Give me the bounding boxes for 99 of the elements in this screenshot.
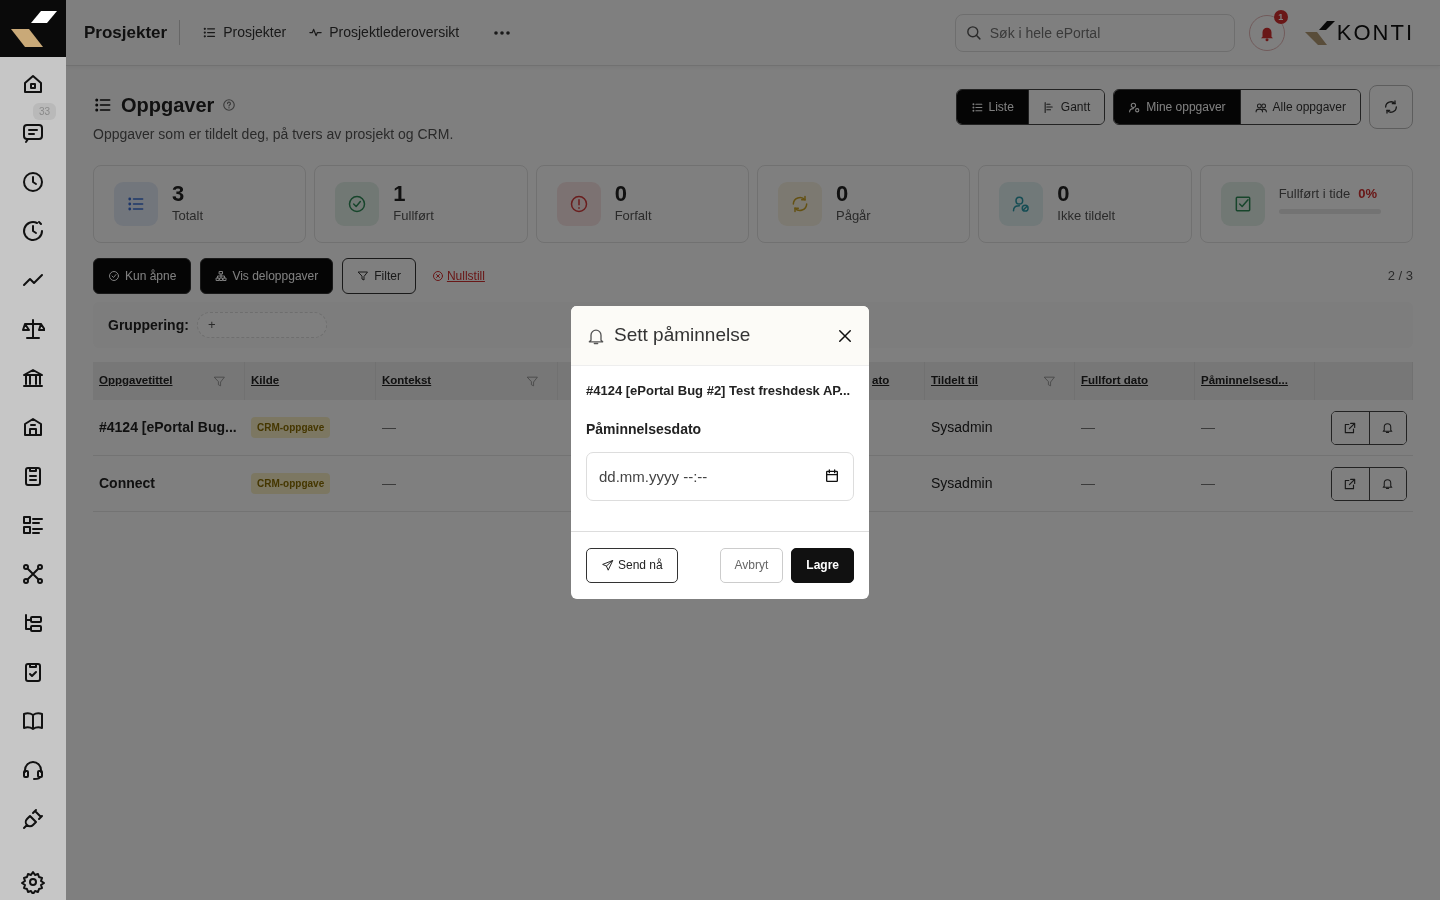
stat-value: 0 [614,182,628,207]
page-subtitle: Oppgaver som er tildelt deg, på tvers av prosjekt og CRM. [93,125,454,144]
nav-link[interactable]: Prosjektlederoversikt [308,22,460,43]
external-link-icon [1343,476,1358,491]
filter-icon [357,270,370,282]
source-tag: CRM-oppgave [251,417,331,438]
user-icon [1128,100,1142,114]
list-icon [970,100,984,114]
more-icon[interactable] [493,29,512,36]
gantt-icon [1042,100,1056,114]
source-tag: CRM-oppgave [251,473,331,494]
table-cell: — [1075,456,1195,512]
help-icon [222,98,237,112]
stat-value: 0% [1358,184,1377,203]
users-icon [1254,100,1268,114]
table-cell: — [1195,456,1315,512]
logo[interactable] [9,8,57,49]
stat-value: 0 [1057,182,1071,207]
home-icon[interactable] [21,72,45,96]
stat-value: 1 [393,182,407,207]
headset-icon[interactable] [21,758,45,782]
filter-button[interactable]: Filter [342,258,416,294]
brand-name: KONTI [1336,19,1414,47]
external-link-icon [1343,420,1358,435]
column-header[interactable]: Oppgavetittel [93,362,245,400]
chat-icon[interactable] [21,121,45,145]
reset-link[interactable]: Nullstill [431,267,485,285]
refresh-icon [1383,99,1399,115]
stat-label: Totalt [172,207,204,226]
filter-button[interactable]: Kun åpne [93,258,192,294]
column-header[interactable]: Kontekst [376,362,558,400]
bell-icon [1381,421,1395,434]
reminder-button[interactable] [1368,467,1406,500]
save-button[interactable]: Lagre [791,547,854,583]
column-header[interactable]: Tildelt til [925,362,1075,400]
clear-icon [431,270,444,282]
hierarchy-icon [215,270,228,282]
notification-badge: 1 [1273,9,1288,24]
alert-icon [568,194,589,214]
clock-icon[interactable] [21,170,45,194]
building-icon[interactable] [21,415,45,439]
stat-label: Forfalt [614,207,652,226]
add-grouping-button[interactable]: + [196,312,327,338]
column-header[interactable]: Kilde [245,362,376,400]
table-cell: — [1075,400,1195,456]
table-cell: Sysadmin [925,456,1075,512]
check-circle-icon [347,194,368,214]
refresh-button[interactable] [1369,85,1413,129]
scale-icon[interactable] [21,317,45,341]
table-cell: — [1195,400,1315,456]
grouping-label: Gruppering: [108,315,189,335]
column-header[interactable]: Påminnelsesd... [1195,362,1315,400]
filter-icon [1043,374,1056,388]
send-now-button[interactable]: Send nå [586,547,678,583]
cancel-button[interactable]: Avbryt [719,547,784,583]
scope-tab[interactable]: Alle oppgaver [1239,90,1360,124]
nav-link[interactable]: Prosjekter [202,22,287,43]
view-tab[interactable]: Liste [956,90,1028,124]
table-cell: #4124 [ePortal Bug... [93,400,245,456]
table-cell: Sysadmin [925,400,1075,456]
field-label: Påminnelsesdato [586,419,703,439]
bell-icon [1381,477,1395,490]
book-icon[interactable] [21,709,45,733]
filter-icon [526,374,539,388]
stat-value: 3 [172,182,186,207]
plug-icon[interactable] [21,807,45,831]
stat-value: 0 [836,182,850,207]
column-header[interactable]: Fullfort dato [1075,362,1195,400]
table-cell: — [376,456,558,512]
filter-icon [213,374,226,388]
task-title: #4124 [ePortal Bug #2] Test freshdesk AP... [586,382,852,400]
settings-icon[interactable] [21,870,45,894]
table-cell: Connect [93,456,245,512]
bank-icon[interactable] [21,366,45,390]
user-blocked-icon [1011,194,1032,214]
view-tab[interactable]: Gantt [1027,90,1105,124]
stat-label: Fullført [393,207,434,226]
brand-logo-icon [1304,19,1335,46]
refresh-icon [790,194,810,214]
search-icon [964,23,982,41]
stat-label: Ikke tildelt [1057,207,1116,226]
check-circle-icon [108,270,120,282]
stat-label: Pågår [836,207,871,226]
reminder-button[interactable] [1368,411,1406,444]
filter-button[interactable]: Vis deloppgaver [200,258,334,294]
scope-tab[interactable]: Mine oppgaver [1114,90,1240,124]
table-cell: — [376,400,558,456]
section-title: Prosjekter [84,19,181,46]
send-icon [601,558,614,572]
date-field[interactable]: dd.mm.yyyy --:-- [586,451,854,501]
dialog-title: Sett påminnelse [614,324,752,347]
list-icon [202,25,218,40]
task-list-icon[interactable] [21,513,45,537]
stat-label: Fullført i tide [1278,184,1351,203]
pagination-text: 2 / 3 [1387,267,1413,286]
page-title: Oppgaver [121,93,215,118]
nodes-icon[interactable] [21,562,45,586]
history-icon[interactable] [21,219,45,243]
calendar-icon [824,467,840,484]
